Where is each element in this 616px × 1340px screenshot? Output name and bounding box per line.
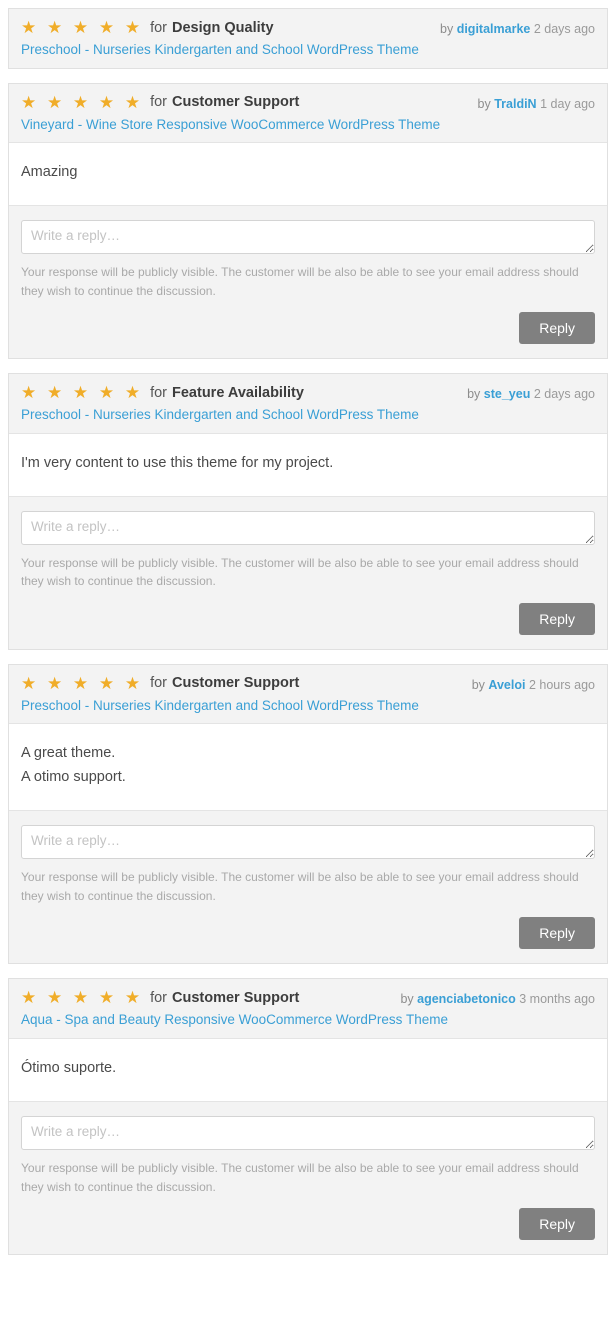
reply-input[interactable] (21, 220, 595, 255)
review-text: Ótimo suporte. (21, 1059, 117, 1076)
review-header: ★ ★ ★ ★ ★ for Customer Support by agenciabe… (9, 979, 607, 1038)
reviewed-item-link[interactable]: Aqua - Spa and Beauty Responsive WooComm… (21, 1011, 595, 1029)
review-header-top: ★ ★ ★ ★ ★ for Design Quality by digitalmark… (21, 19, 595, 36)
reply-form: Your response will be publicly visible. … (9, 205, 607, 359)
review-text: I'm very content to use this theme for m… (21, 454, 334, 471)
rating-for-label: for (150, 989, 168, 1006)
rating-criteria: Customer Support (172, 94, 300, 111)
review-author-link[interactable]: ste_yeu (484, 387, 531, 401)
review-card: ★ ★ ★ ★ ★ for Customer Support by Aveloi 2 … (8, 663, 608, 965)
reply-button[interactable]: Reply (519, 312, 595, 345)
review-meta: by agenciabetonico 3 months ago (390, 992, 595, 1006)
rating-for-label: for (150, 675, 168, 692)
reviewed-item-link[interactable]: Preschool - Nurseries Kindergarten and S… (21, 697, 595, 715)
review-card: ★ ★ ★ ★ ★ for Customer Support by agenciabe… (8, 978, 608, 1256)
review-card: ★ ★ ★ ★ ★ for Design Quality by digitalmark… (8, 8, 608, 69)
reply-button[interactable]: Reply (519, 602, 595, 635)
rating-line: ★ ★ ★ ★ ★ for Customer Support (21, 989, 299, 1006)
review-body: Ótimo suporte. (9, 1037, 607, 1101)
reply-actions: Reply (21, 917, 595, 950)
reply-button[interactable]: Reply (519, 917, 595, 950)
rating-criteria: Feature Availability (172, 384, 304, 401)
review-author-link[interactable]: agenciabetonico (417, 992, 516, 1006)
reply-form: Your response will be publicly visible. … (9, 810, 607, 964)
reviews-list: ★ ★ ★ ★ ★ for Design Quality by digitalmark… (0, 8, 616, 1256)
star-rating-icon: ★ ★ ★ ★ ★ (21, 988, 144, 1008)
review-meta: by ste_yeu 2 days ago (457, 387, 595, 401)
by-label: by (400, 992, 414, 1007)
star-rating-icon: ★ ★ ★ ★ ★ (21, 673, 144, 693)
review-meta: by TraldiN 1 day ago (468, 97, 595, 111)
reviewed-item-link[interactable]: Preschool - Nurseries Kindergarten and S… (21, 41, 595, 59)
review-header: ★ ★ ★ ★ ★ for Design Quality by digitalmark… (9, 9, 607, 68)
star-rating-icon: ★ ★ ★ ★ ★ (21, 383, 144, 403)
review-text: Amazing (21, 164, 78, 181)
rating-criteria: Design Quality (172, 19, 274, 36)
review-body: Amazing (9, 142, 607, 206)
review-header-top: ★ ★ ★ ★ ★ for Customer Support by TraldiN 1… (21, 94, 595, 111)
reply-visibility-note: Your response will be publicly visible. … (21, 1160, 579, 1194)
reply-visibility-note: Your response will be publicly visible. … (21, 555, 579, 589)
star-rating-icon: ★ ★ ★ ★ ★ (21, 92, 144, 112)
rating-line: ★ ★ ★ ★ ★ for Customer Support (21, 94, 299, 111)
review-timestamp: 2 days ago (533, 22, 595, 36)
rating-line: ★ ★ ★ ★ ★ for Customer Support (21, 675, 299, 692)
review-header: ★ ★ ★ ★ ★ for Customer Support by TraldiN 1… (9, 83, 607, 143)
review-card: ★ ★ ★ ★ ★ for Customer Support by TraldiN 1… (8, 82, 608, 360)
review-header-top: ★ ★ ★ ★ ★ for Feature Availability by ste_y… (21, 384, 595, 401)
review-body: A great theme. A otimo support. (9, 723, 607, 811)
reply-visibility-note: Your response will be publicly visible. … (21, 870, 579, 903)
by-label: by (467, 387, 481, 402)
reviewed-item-link[interactable]: Preschool - Nurseries Kindergarten and S… (21, 406, 595, 424)
review-text: A great theme. A otimo support. (21, 745, 126, 786)
reviewed-item-link[interactable]: Vineyard - Wine Store Responsive WooComm… (21, 116, 595, 134)
rating-criteria: Customer Support (172, 675, 300, 692)
reply-actions: Reply (21, 312, 595, 345)
rating-line: ★ ★ ★ ★ ★ for Feature Availability (21, 384, 304, 401)
review-author-link[interactable]: TraldiN (494, 97, 536, 111)
reply-button[interactable]: Reply (519, 1208, 595, 1241)
review-body: I'm very content to use this theme for m… (9, 432, 607, 496)
rating-for-label: for (150, 94, 168, 111)
review-header-top: ★ ★ ★ ★ ★ for Customer Support by agenciabe… (21, 989, 595, 1006)
review-header: ★ ★ ★ ★ ★ for Customer Support by Aveloi 2 … (9, 664, 607, 724)
star-rating-icon: ★ ★ ★ ★ ★ (21, 18, 144, 37)
review-card: ★ ★ ★ ★ ★ for Feature Availability by ste_y… (8, 373, 608, 650)
reply-visibility-note: Your response will be publicly visible. … (21, 265, 579, 298)
review-header: ★ ★ ★ ★ ★ for Feature Availability by ste_y… (9, 374, 607, 433)
review-meta: by Aveloi 2 hours ago (462, 678, 595, 692)
reply-input[interactable] (21, 1115, 595, 1150)
reply-actions: Reply (21, 602, 595, 635)
review-meta: by digitalmarke 2 days ago (430, 22, 595, 36)
review-timestamp: 2 days ago (533, 387, 595, 402)
review-author-link[interactable]: digitalmarke (457, 22, 531, 36)
review-author-link[interactable]: Aveloi (488, 678, 525, 692)
review-timestamp: 3 months ago (519, 992, 595, 1007)
by-label: by (440, 22, 454, 36)
rating-for-label: for (150, 19, 168, 36)
reply-form: Your response will be publicly visible. … (9, 495, 607, 649)
reply-input[interactable] (21, 825, 595, 860)
reply-input[interactable] (21, 510, 595, 545)
rating-line: ★ ★ ★ ★ ★ for Design Quality (21, 19, 274, 36)
rating-for-label: for (150, 384, 168, 401)
review-timestamp: 2 hours ago (528, 677, 595, 692)
review-timestamp: 1 day ago (540, 96, 595, 111)
reply-actions: Reply (21, 1208, 595, 1241)
by-label: by (477, 96, 491, 111)
by-label: by (471, 677, 485, 692)
review-header-top: ★ ★ ★ ★ ★ for Customer Support by Aveloi 2 … (21, 675, 595, 692)
reply-form: Your response will be publicly visible. … (9, 1100, 607, 1255)
rating-criteria: Customer Support (172, 989, 300, 1006)
